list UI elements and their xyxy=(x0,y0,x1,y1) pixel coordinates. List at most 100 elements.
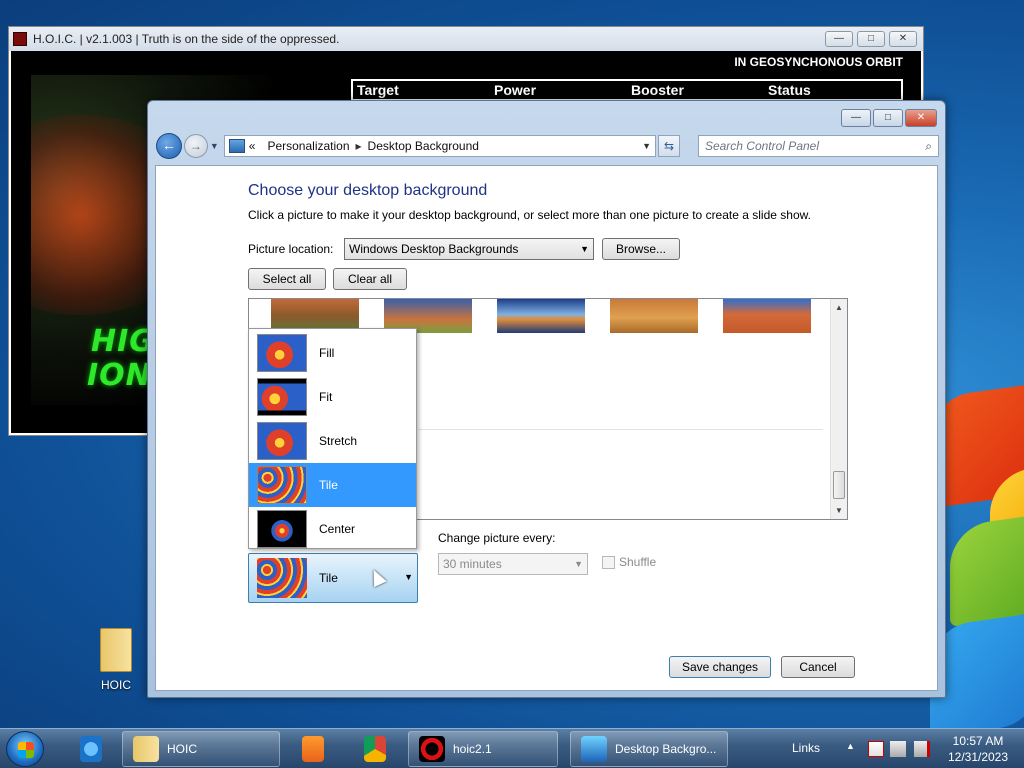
target-table-header: Target Power Booster Status xyxy=(351,79,903,101)
fit-preview-icon xyxy=(257,378,307,416)
tile-preview-icon xyxy=(257,558,307,598)
hoic-app-icon xyxy=(13,32,27,46)
select-all-button[interactable]: Select all xyxy=(248,268,326,290)
clock[interactable]: 10:57 AM 12/31/2023 xyxy=(938,733,1018,765)
gallery-scrollbar[interactable]: ▲ ▼ xyxy=(830,299,847,519)
close-button[interactable]: ✕ xyxy=(905,109,937,127)
taskbar-internet-explorer[interactable] xyxy=(70,731,110,767)
internet-explorer-icon xyxy=(80,736,102,762)
option-label: Tile xyxy=(319,478,338,492)
windows-logo-green xyxy=(950,512,1024,628)
clear-all-button[interactable]: Clear all xyxy=(333,268,407,290)
forward-button[interactable]: → xyxy=(183,134,208,158)
hoic-title: H.O.I.C. | v2.1.003 | Truth is on the si… xyxy=(33,32,340,46)
maximize-button[interactable]: □ xyxy=(873,109,903,127)
hoic-icon xyxy=(419,736,445,762)
picture-position-value: Tile xyxy=(319,571,338,585)
option-label: Stretch xyxy=(319,434,358,448)
chevron-down-icon: ▼ xyxy=(580,244,589,254)
back-button[interactable]: ← xyxy=(156,133,182,159)
taskbar-item-hoic2[interactable]: hoic2.1 xyxy=(408,731,558,767)
action-center-flag-icon[interactable] xyxy=(868,741,884,757)
chevron-down-icon: ▼ xyxy=(574,559,583,569)
page-title: Choose your desktop background xyxy=(248,182,488,199)
change-picture-label: Change picture every: xyxy=(438,531,556,545)
control-panel-icon xyxy=(228,139,245,153)
position-option-fit[interactable]: Fit xyxy=(249,375,416,419)
browse-button[interactable]: Browse... xyxy=(602,238,680,260)
wallpaper-thumbnail[interactable] xyxy=(497,299,585,333)
cancel-button[interactable]: Cancel xyxy=(781,656,855,678)
chevron-right-icon[interactable]: ▸ xyxy=(356,139,362,153)
hoic-titlebar[interactable]: H.O.I.C. | v2.1.003 | Truth is on the si… xyxy=(9,27,923,51)
minimize-button[interactable]: — xyxy=(825,31,853,47)
picture-position-select[interactable]: Tile ▼ xyxy=(248,553,418,603)
network-icon[interactable] xyxy=(890,741,906,757)
wallpaper-thumbnail[interactable] xyxy=(610,299,698,333)
taskbar: HOIC hoic2.1 Desktop Backgro... Links ▲ … xyxy=(0,728,1024,768)
show-hidden-icons-icon[interactable]: ▲ xyxy=(846,741,855,751)
search-icon[interactable]: ⌕ xyxy=(925,139,932,154)
column-status: Status xyxy=(768,82,811,98)
taskbar-item-label: HOIC xyxy=(167,742,197,756)
search-placeholder: Search Control Panel xyxy=(704,139,820,153)
minimize-button[interactable]: — xyxy=(841,109,871,127)
option-label: Center xyxy=(319,522,356,536)
start-button[interactable] xyxy=(6,731,44,767)
links-toolbar[interactable]: Links xyxy=(792,741,820,755)
column-booster: Booster xyxy=(631,82,684,98)
wallpaper-thumbnail[interactable] xyxy=(723,299,811,333)
tile-preview-icon xyxy=(257,466,307,504)
folder-icon xyxy=(133,736,159,762)
picture-location-value: Windows Desktop Backgrounds xyxy=(349,242,519,256)
address-bar[interactable]: « Personalization ▸ Desktop Background ▼ xyxy=(223,135,657,157)
maximize-button[interactable]: □ xyxy=(857,31,885,47)
taskbar-media-player[interactable] xyxy=(292,731,332,767)
breadcrumb-desktop-background[interactable]: Desktop Background xyxy=(368,139,479,153)
taskbar-item-hoic-folder[interactable]: HOIC xyxy=(122,731,280,767)
clock-time: 10:57 AM xyxy=(952,734,1004,748)
desktop-background-icon xyxy=(581,736,607,762)
checkbox-icon[interactable] xyxy=(602,555,615,569)
position-option-fill[interactable]: Fill xyxy=(249,331,416,375)
desktop: HOIC H.O.I.C. | v2.1.003 | Truth is on t… xyxy=(0,0,1024,728)
chrome-icon xyxy=(364,736,386,762)
search-input[interactable]: Search Control Panel ⌕ xyxy=(697,135,939,157)
close-button[interactable]: ✕ xyxy=(889,31,917,47)
taskbar-chrome[interactable] xyxy=(354,731,394,767)
scroll-down-icon[interactable]: ▼ xyxy=(835,506,843,515)
recent-pages-icon[interactable]: ▼ xyxy=(210,141,220,151)
option-label: Fit xyxy=(319,390,333,404)
fill-preview-icon xyxy=(257,334,307,372)
interval-select[interactable]: 30 minutes ▼ xyxy=(438,553,588,575)
taskbar-item-label: hoic2.1 xyxy=(453,742,492,756)
page-description: Click a picture to make it your desktop … xyxy=(248,208,811,222)
option-label: Fill xyxy=(319,346,335,360)
volume-muted-icon[interactable] xyxy=(914,741,930,757)
column-power: Power xyxy=(494,82,537,98)
system-tray: Links ▲ 10:57 AM 12/31/2023 xyxy=(786,729,1024,768)
column-target: Target xyxy=(357,82,399,98)
refresh-button[interactable]: ⇆ xyxy=(658,135,680,157)
breadcrumb-personalization[interactable]: Personalization xyxy=(267,139,349,153)
folder-icon xyxy=(100,628,132,672)
taskbar-item-desktop-background[interactable]: Desktop Backgro... xyxy=(570,731,728,767)
desktop-icon-hoic[interactable]: HOIC xyxy=(92,628,140,692)
position-option-tile[interactable]: Tile xyxy=(249,463,416,507)
clock-date: 12/31/2023 xyxy=(947,750,1009,764)
media-player-icon xyxy=(302,736,324,762)
chevron-down-icon[interactable]: ▼ xyxy=(638,141,655,151)
picture-location-select[interactable]: Windows Desktop Backgrounds ▼ xyxy=(344,238,594,260)
position-option-center[interactable]: Center xyxy=(249,507,416,551)
scroll-up-icon[interactable]: ▲ xyxy=(835,303,843,312)
position-option-stretch[interactable]: Stretch xyxy=(249,419,416,463)
group-divider xyxy=(419,429,823,430)
picture-position-dropdown[interactable]: Fill Fit Stretch Tile Center xyxy=(248,328,417,549)
save-changes-button[interactable]: Save changes xyxy=(669,656,771,678)
center-preview-icon xyxy=(257,510,307,548)
breadcrumb-overflow-icon[interactable]: « xyxy=(249,139,256,153)
scrollbar-thumb[interactable] xyxy=(833,471,845,499)
chevron-down-icon: ▼ xyxy=(404,572,413,582)
interval-value: 30 minutes xyxy=(443,557,502,571)
shuffle-checkbox[interactable]: Shuffle xyxy=(602,555,656,569)
